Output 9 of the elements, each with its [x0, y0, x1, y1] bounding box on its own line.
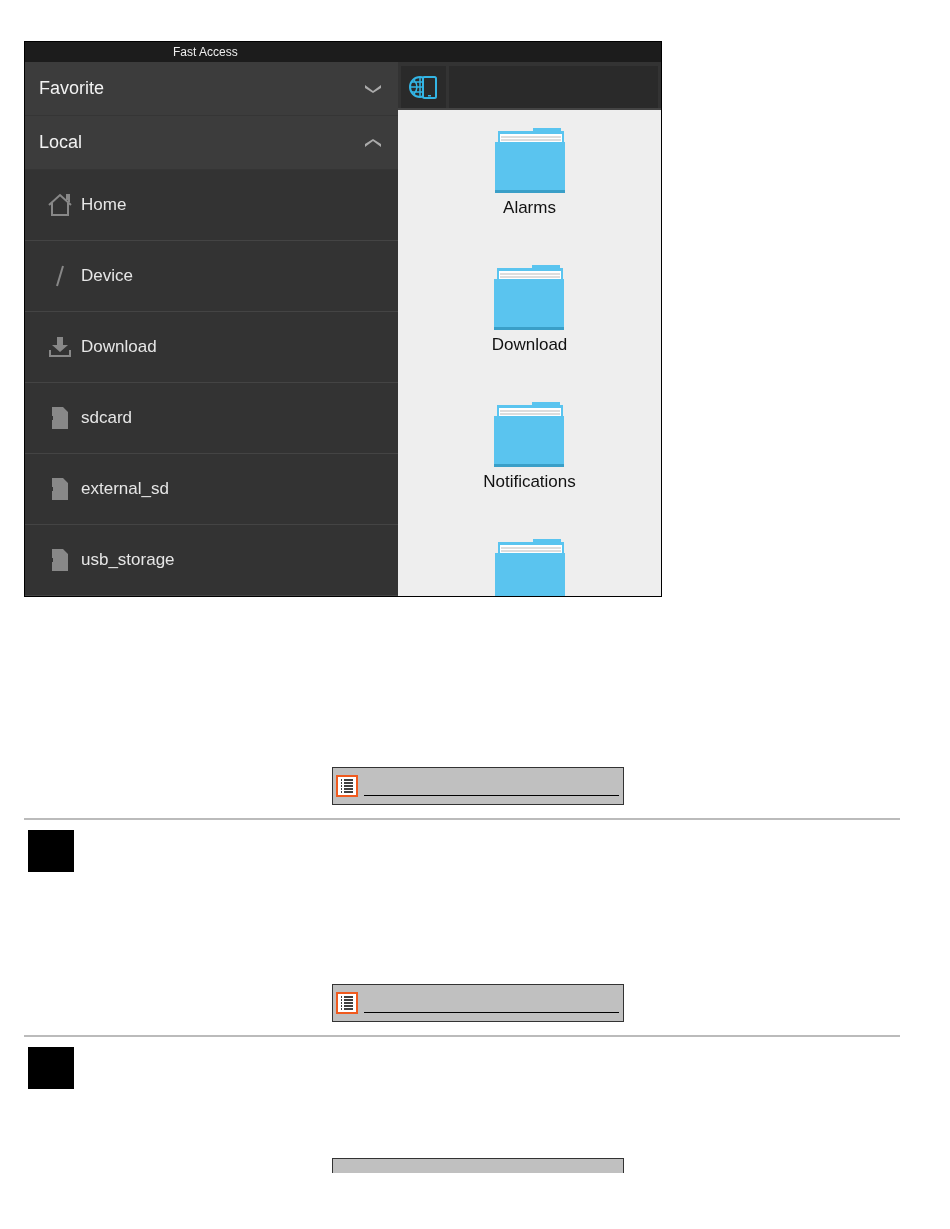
section-header[interactable]: Favorite	[25, 62, 398, 116]
section-header[interactable]: Local	[25, 116, 398, 170]
sidebar-item[interactable]: sdcard	[25, 383, 398, 454]
sidebar-item[interactable]: external_sd	[25, 454, 398, 525]
folder-name[interactable]: Alarms	[503, 198, 556, 218]
sidebar-item[interactable]: usb_storage	[25, 525, 398, 596]
folder-name[interactable]: Notifications	[483, 472, 576, 492]
window-title: Fast Access	[173, 45, 238, 59]
folder-name[interactable]: Download	[491, 335, 568, 355]
